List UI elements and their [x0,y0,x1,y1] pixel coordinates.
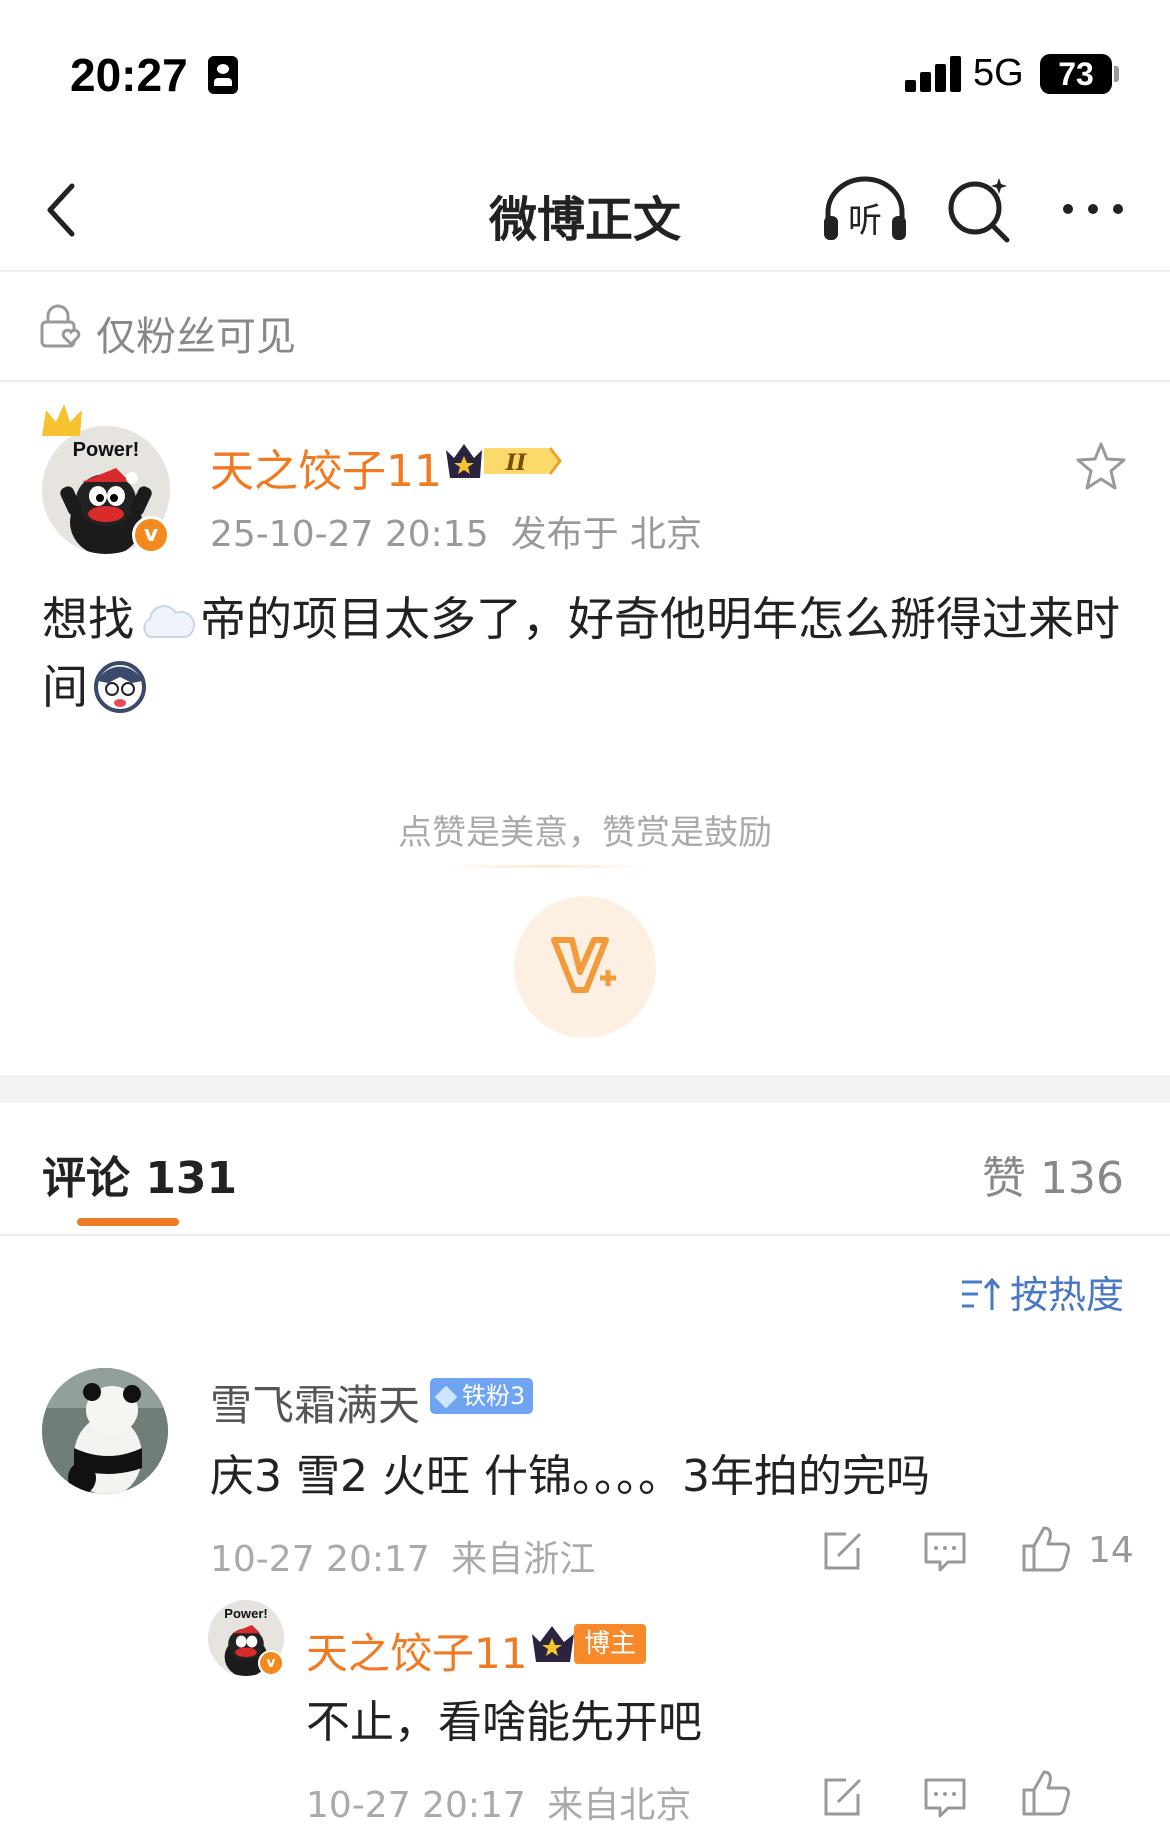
member-level: II [505,450,527,476]
reward-divider [440,865,656,868]
tab-indicator [77,1218,179,1226]
reward-prompt: 点赞是美意，赞赏是鼓励 [398,813,772,853]
reply-time: 10-27 20:17 [306,1785,526,1826]
reply-like-icon[interactable] [1020,1768,1072,1818]
post-body: 想找 帝的项目太多了，好奇他明年怎么掰得过来时间 [42,585,1132,721]
signal-icon [905,56,961,92]
search-icon[interactable] [945,174,1015,244]
post-text-part2: 帝的项目太多了，好奇他明年怎么掰得过来时间 [42,592,1120,714]
comment-meta: 10-27 20:17 来自浙江 [210,1530,595,1582]
section-separator [0,1075,1170,1103]
reply-comment-icon[interactable] [922,1776,968,1820]
network-label: 5G [973,52,1024,94]
tab-likes[interactable]: 赞 136 [982,1142,1124,1206]
status-time: 20:27 [70,49,188,101]
status-bar: 20:27 5G 73 [0,0,1170,150]
member-crown-badge[interactable]: II [444,438,564,484]
contact-card-icon [208,56,238,94]
like-count: 14 [1088,1530,1134,1571]
author-tag: 博主 [574,1624,647,1664]
comment-location: 来自浙江 [451,1539,596,1580]
author-name[interactable]: 天之饺子11 [210,435,442,499]
listen-label: 听 [848,201,882,241]
like-icon[interactable] [1020,1524,1072,1574]
verified-badge: v [132,516,170,554]
fan-level-badge: 铁粉3 [430,1378,534,1414]
reward-button[interactable] [514,896,656,1038]
post-text-part1: 想找 [42,592,134,646]
reply-text: 不止，看啥能先开吧 [306,1697,702,1748]
post-location: 发布于 北京 [510,514,703,555]
share-icon[interactable] [820,1530,864,1574]
post-time: 25-10-27 20:15 [210,514,489,555]
diamond-icon [434,1385,458,1409]
comment-time: 10-27 20:17 [210,1539,430,1580]
tab-comments[interactable]: 评论 131 [42,1142,237,1206]
tab-divider [0,1234,1170,1236]
fan-level-label: 铁粉3 [462,1382,526,1410]
reply-share-icon[interactable] [820,1776,864,1820]
post-meta: 25-10-27 20:15 发布于 北京 [210,505,702,557]
reply-verified-badge: v [258,1650,284,1676]
visibility-banner: 仅粉丝可见 [0,274,1170,382]
reply-author-name[interactable]: 天之饺子11 [306,1620,527,1681]
battery-icon: 73 [1040,54,1112,94]
battery-tip [1114,66,1119,82]
more-icon[interactable] [1058,194,1128,224]
reward-v-icon [551,937,616,993]
reply-crown-icon [532,1626,574,1662]
commenter-avatar[interactable] [42,1368,168,1494]
favorite-star-icon[interactable] [1074,440,1128,494]
listen-icon[interactable]: 听 [820,174,910,244]
comment-text: 庆3 雪2 火旺 什锦。。。。3年拍的完吗 [210,1451,930,1502]
sort-label: 按热度 [1009,1273,1124,1317]
sort-button[interactable]: 按热度 [960,1264,1124,1317]
nav-bar: 微博正文 听 [0,150,1170,272]
author-avatar[interactable]: Power! v [38,400,178,554]
reply-location: 来自北京 [547,1785,692,1826]
lock-heart-icon [40,304,81,348]
commenter-name[interactable]: 雪飞霜满天 [210,1372,420,1433]
comment-icon[interactable] [922,1530,968,1574]
reply-meta: 10-27 20:17 来自北京 [306,1776,691,1828]
reply-avatar-text: Power! [224,1606,268,1621]
dizzy-face-emoji-icon [94,661,146,713]
visibility-label: 仅粉丝可见 [96,314,296,360]
crown-icon [42,404,82,436]
sort-icon [961,1277,1000,1310]
cloud-emoji-icon [143,605,195,638]
